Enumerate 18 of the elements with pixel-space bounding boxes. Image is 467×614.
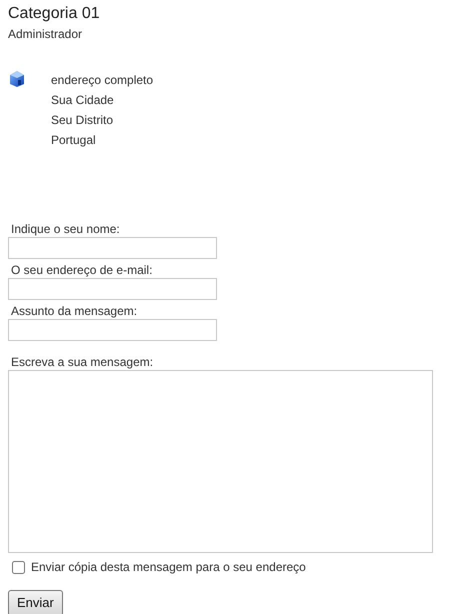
field-label: O seu endereço de e-mail:	[11, 263, 154, 277]
address-line: Sua Cidade	[51, 92, 115, 109]
input-field[interactable]	[8, 237, 217, 259]
field-label: Indique o seu nome:	[11, 222, 121, 236]
checkbox[interactable]	[12, 560, 25, 574]
house-icon	[9, 70, 25, 88]
message-field[interactable]	[8, 370, 433, 553]
input-field[interactable]	[8, 278, 217, 300]
field-label: Escreva a sua mensagem:	[11, 355, 154, 369]
send-button[interactable]: Enviar	[8, 590, 63, 614]
page-title: Categoria 01	[8, 4, 101, 24]
checkbox-label: Enviar cópia desta mensagem para o seu endereço	[31, 559, 306, 576]
input-field[interactable]	[8, 319, 217, 341]
address-line: Portugal	[51, 132, 97, 149]
address-line: endereço completo	[51, 72, 154, 89]
field-label: Assunto da mensagem:	[11, 304, 138, 318]
author-name: Administrador	[8, 26, 84, 42]
address-line: Seu Distrito	[51, 112, 114, 129]
